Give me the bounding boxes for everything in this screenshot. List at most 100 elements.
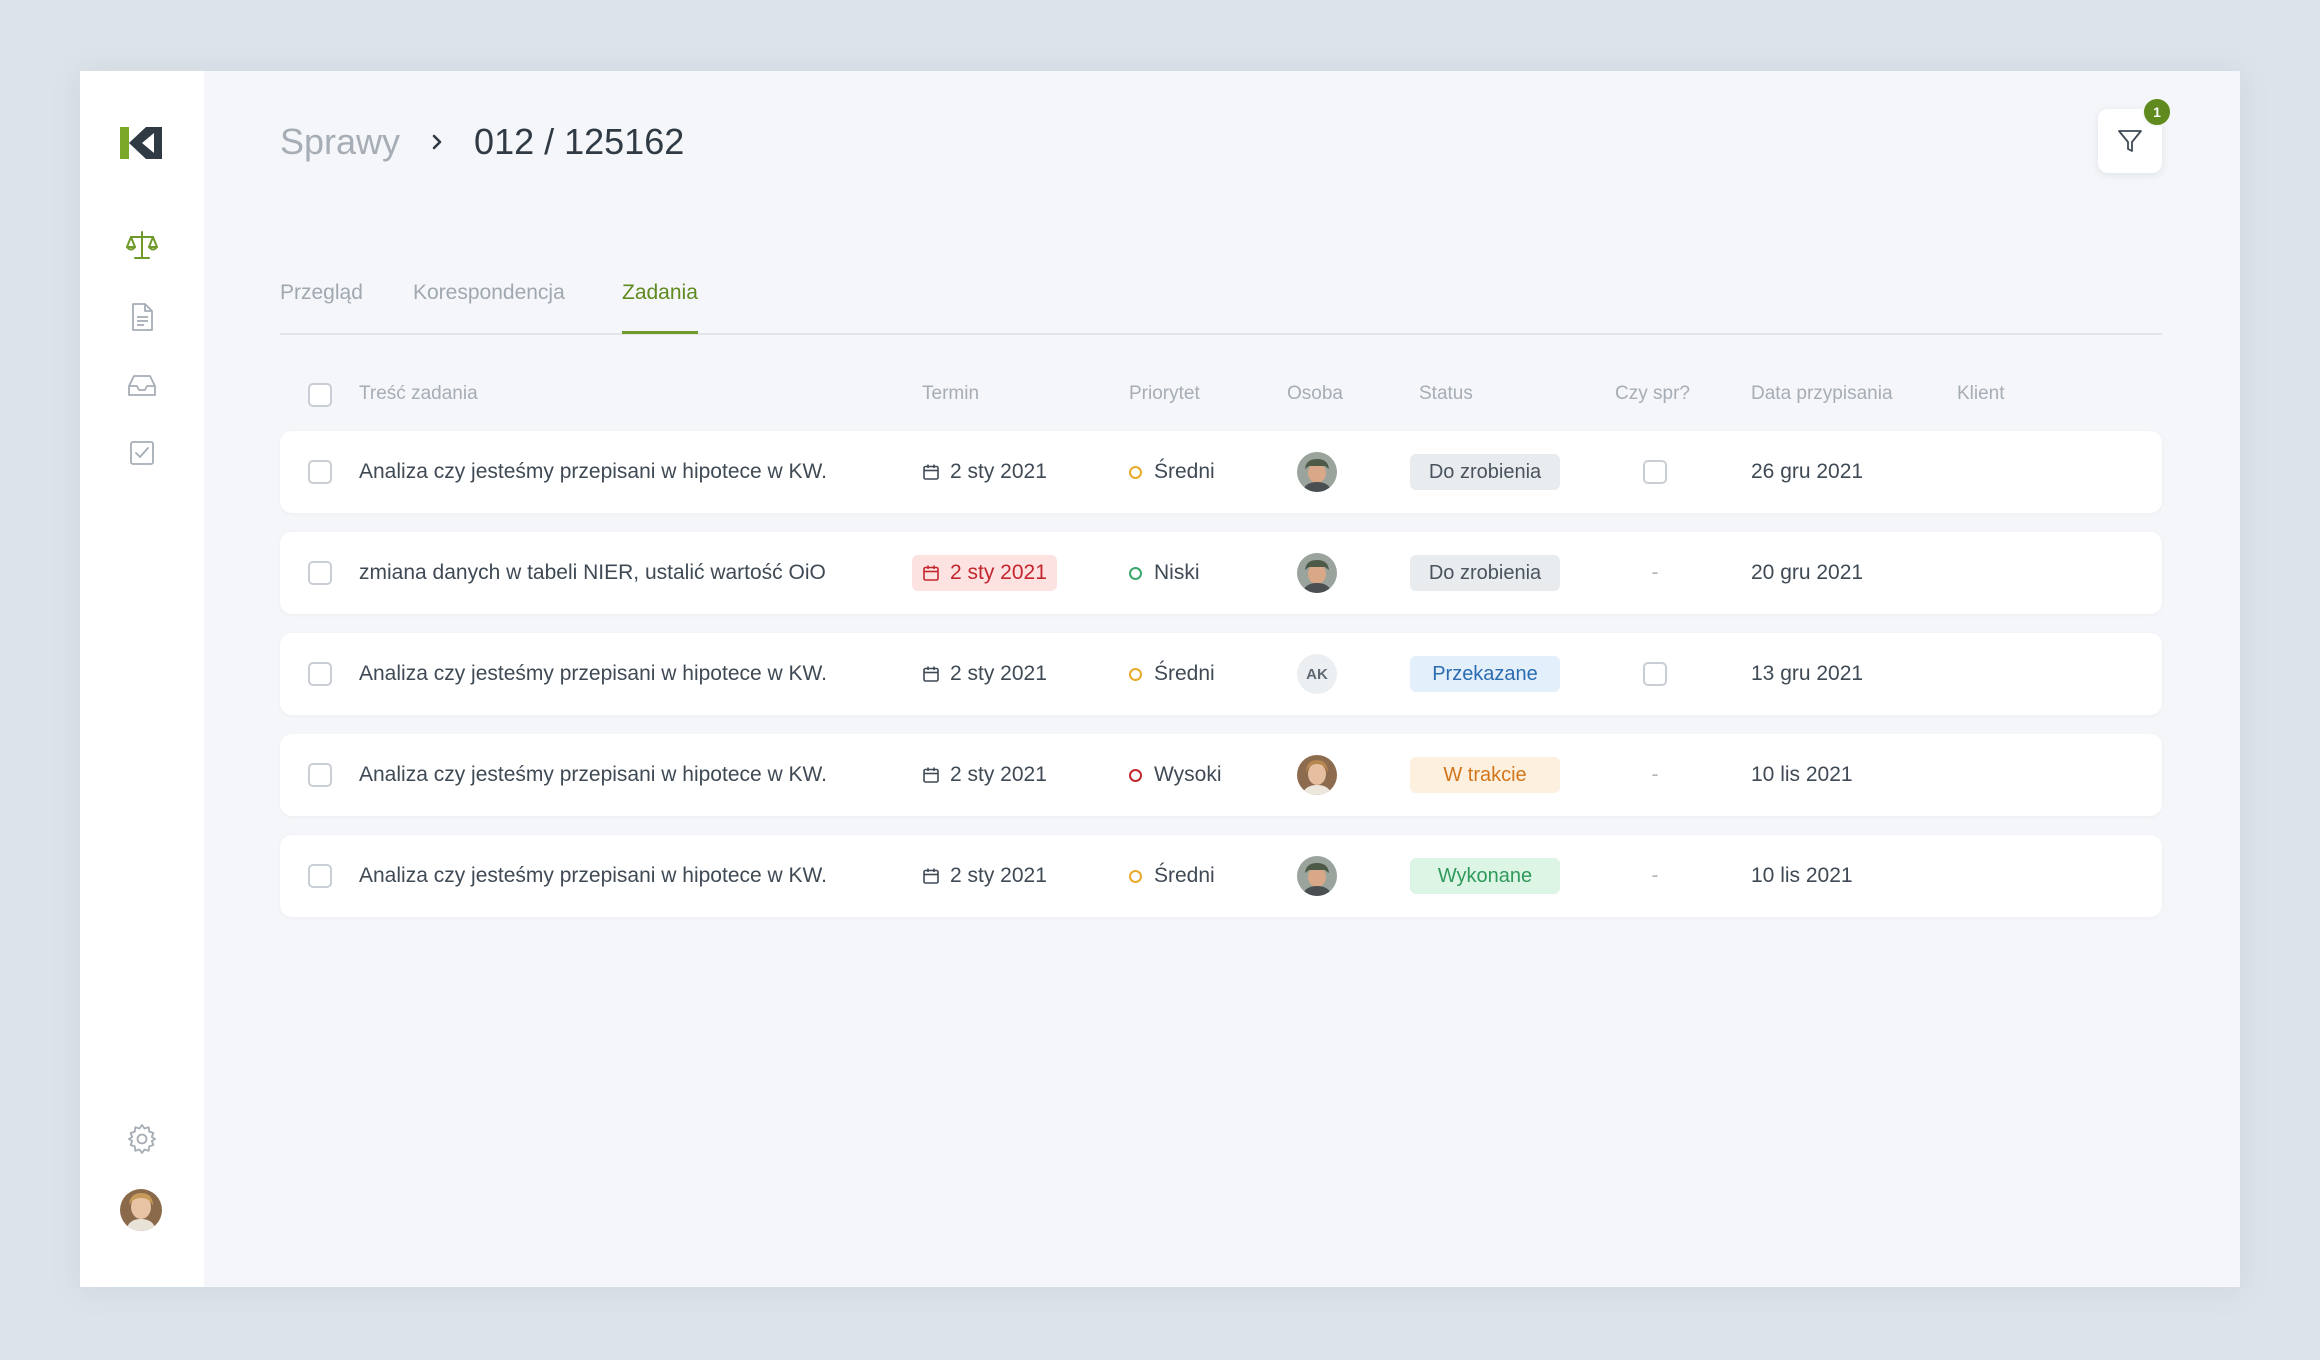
assigned-date: 13 gru 2021 [1751, 662, 1864, 685]
column-header-person[interactable]: Osoba [1287, 383, 1343, 405]
assigned-date: 26 gru 2021 [1751, 460, 1864, 483]
column-header-task[interactable]: Treść zadania [359, 383, 478, 405]
checked-cell [1643, 633, 1667, 715]
priority-dot-icon [1129, 768, 1142, 782]
row-select-checkbox[interactable] [308, 864, 332, 888]
gear-icon [128, 1124, 156, 1154]
user-avatar[interactable] [120, 1189, 162, 1231]
due-date: 2 sty 2021 [912, 454, 1057, 490]
priority: Średni [1129, 835, 1215, 917]
column-header-checked[interactable]: Czy spr? [1615, 383, 1690, 405]
calendar-icon [923, 868, 939, 884]
priority: Średni [1129, 431, 1215, 513]
checkbox-task-icon [130, 441, 154, 465]
nav-inbox[interactable] [124, 367, 160, 403]
assigned-date: 20 gru 2021 [1751, 561, 1864, 584]
assigned-date: 10 lis 2021 [1751, 763, 1853, 786]
priority: Wysoki [1129, 734, 1221, 816]
column-header-assigned-date[interactable]: Data przypisania [1751, 383, 1893, 405]
verified-checkbox[interactable] [1643, 662, 1667, 686]
status-badge[interactable]: W trakcie [1410, 757, 1560, 793]
task-row[interactable]: Analiza czy jesteśmy przepisani w hipote… [280, 431, 2162, 513]
due-date: 2 sty 2021 [912, 555, 1057, 591]
nav-settings[interactable] [124, 1121, 160, 1157]
person-cell[interactable] [1297, 431, 1337, 513]
status-badge[interactable]: Przekazane [1410, 656, 1560, 692]
calendar-icon [923, 565, 939, 581]
filter-button[interactable]: 1 [2098, 97, 2172, 173]
person-avatar[interactable] [1297, 553, 1337, 593]
person-cell[interactable] [1297, 532, 1337, 614]
verified-empty: - [1651, 864, 1659, 887]
priority-dot-icon [1129, 667, 1142, 681]
sidebar [80, 71, 204, 1287]
nav-documents[interactable] [124, 299, 160, 335]
calendar-icon [923, 464, 939, 480]
calendar-icon [923, 666, 939, 682]
task-row[interactable]: Analiza czy jesteśmy przepisani w hipote… [280, 633, 2162, 715]
scales-icon [126, 231, 158, 259]
app-window: Sprawy 012 / 125162 1 Przegląd Korespond… [80, 71, 2240, 1287]
nav-tasks[interactable] [124, 435, 160, 471]
due-date: 2 sty 2021 [912, 656, 1057, 692]
person-avatar[interactable] [1297, 856, 1337, 896]
checked-cell: - [1643, 835, 1667, 917]
row-select-checkbox[interactable] [308, 460, 332, 484]
filter-icon [2118, 130, 2142, 152]
task-content[interactable]: Analiza czy jesteśmy przepisani w hipote… [359, 431, 827, 513]
person-avatar[interactable] [1297, 452, 1337, 492]
table-header: Treść zadania Termin Priorytet Osoba Sta… [280, 371, 2162, 415]
task-content[interactable]: Analiza czy jesteśmy przepisani w hipote… [359, 734, 827, 816]
row-select-checkbox[interactable] [308, 763, 332, 787]
person-cell[interactable] [1297, 835, 1337, 917]
task-list: Analiza czy jesteśmy przepisani w hipote… [280, 431, 2162, 936]
due-date: 2 sty 2021 [912, 757, 1057, 793]
column-header-status[interactable]: Status [1419, 383, 1473, 405]
status-badge[interactable]: Wykonane [1410, 858, 1560, 894]
checked-cell: - [1643, 734, 1667, 816]
tab-tasks[interactable]: Zadania [622, 281, 698, 334]
verified-checkbox[interactable] [1643, 460, 1667, 484]
status-badge[interactable]: Do zrobienia [1410, 454, 1560, 490]
app-logo[interactable] [120, 127, 162, 159]
assigned-date: 10 lis 2021 [1751, 864, 1853, 887]
tab-correspondence[interactable]: Korespondencja [413, 281, 565, 331]
person-initials-avatar[interactable]: AK [1297, 654, 1337, 694]
task-content[interactable]: zmiana danych w tabeli NIER, ustalić war… [359, 532, 826, 614]
checked-cell [1643, 431, 1667, 513]
task-row[interactable]: zmiana danych w tabeli NIER, ustalić war… [280, 532, 2162, 614]
priority: Niski [1129, 532, 1200, 614]
task-row[interactable]: Analiza czy jesteśmy przepisani w hipote… [280, 835, 2162, 917]
chevron-right-icon [432, 134, 442, 150]
column-header-due[interactable]: Termin [922, 383, 979, 405]
select-all-checkbox[interactable] [308, 383, 332, 407]
due-date: 2 sty 2021 [912, 858, 1057, 894]
filter-count-badge: 1 [2142, 97, 2172, 127]
status-badge[interactable]: Do zrobienia [1410, 555, 1560, 591]
checked-cell: - [1643, 532, 1667, 614]
task-row[interactable]: Analiza czy jesteśmy przepisani w hipote… [280, 734, 2162, 816]
inbox-icon [128, 375, 156, 396]
person-avatar[interactable] [1297, 755, 1337, 795]
page-title: 012 / 125162 [474, 121, 685, 162]
column-header-client[interactable]: Klient [1957, 383, 2005, 405]
calendar-icon [923, 767, 939, 783]
main-content: Sprawy 012 / 125162 1 Przegląd Korespond… [204, 71, 2240, 1287]
task-content[interactable]: Analiza czy jesteśmy przepisani w hipote… [359, 835, 827, 917]
person-cell[interactable]: AK [1297, 633, 1337, 715]
breadcrumb-root-link[interactable]: Sprawy [280, 121, 400, 163]
priority-dot-icon [1129, 566, 1142, 580]
nav-cases[interactable] [124, 227, 160, 263]
verified-empty: - [1651, 561, 1659, 584]
column-header-priority[interactable]: Priorytet [1129, 383, 1200, 405]
row-select-checkbox[interactable] [308, 561, 332, 585]
priority-dot-icon [1129, 869, 1142, 883]
person-cell[interactable] [1297, 734, 1337, 816]
task-content[interactable]: Analiza czy jesteśmy przepisani w hipote… [359, 633, 827, 715]
priority: Średni [1129, 633, 1215, 715]
document-icon [132, 303, 153, 331]
tabs: Przegląd Korespondencja Zadania [280, 211, 2162, 335]
priority-dot-icon [1129, 465, 1142, 479]
tab-overview[interactable]: Przegląd [280, 281, 363, 331]
row-select-checkbox[interactable] [308, 662, 332, 686]
